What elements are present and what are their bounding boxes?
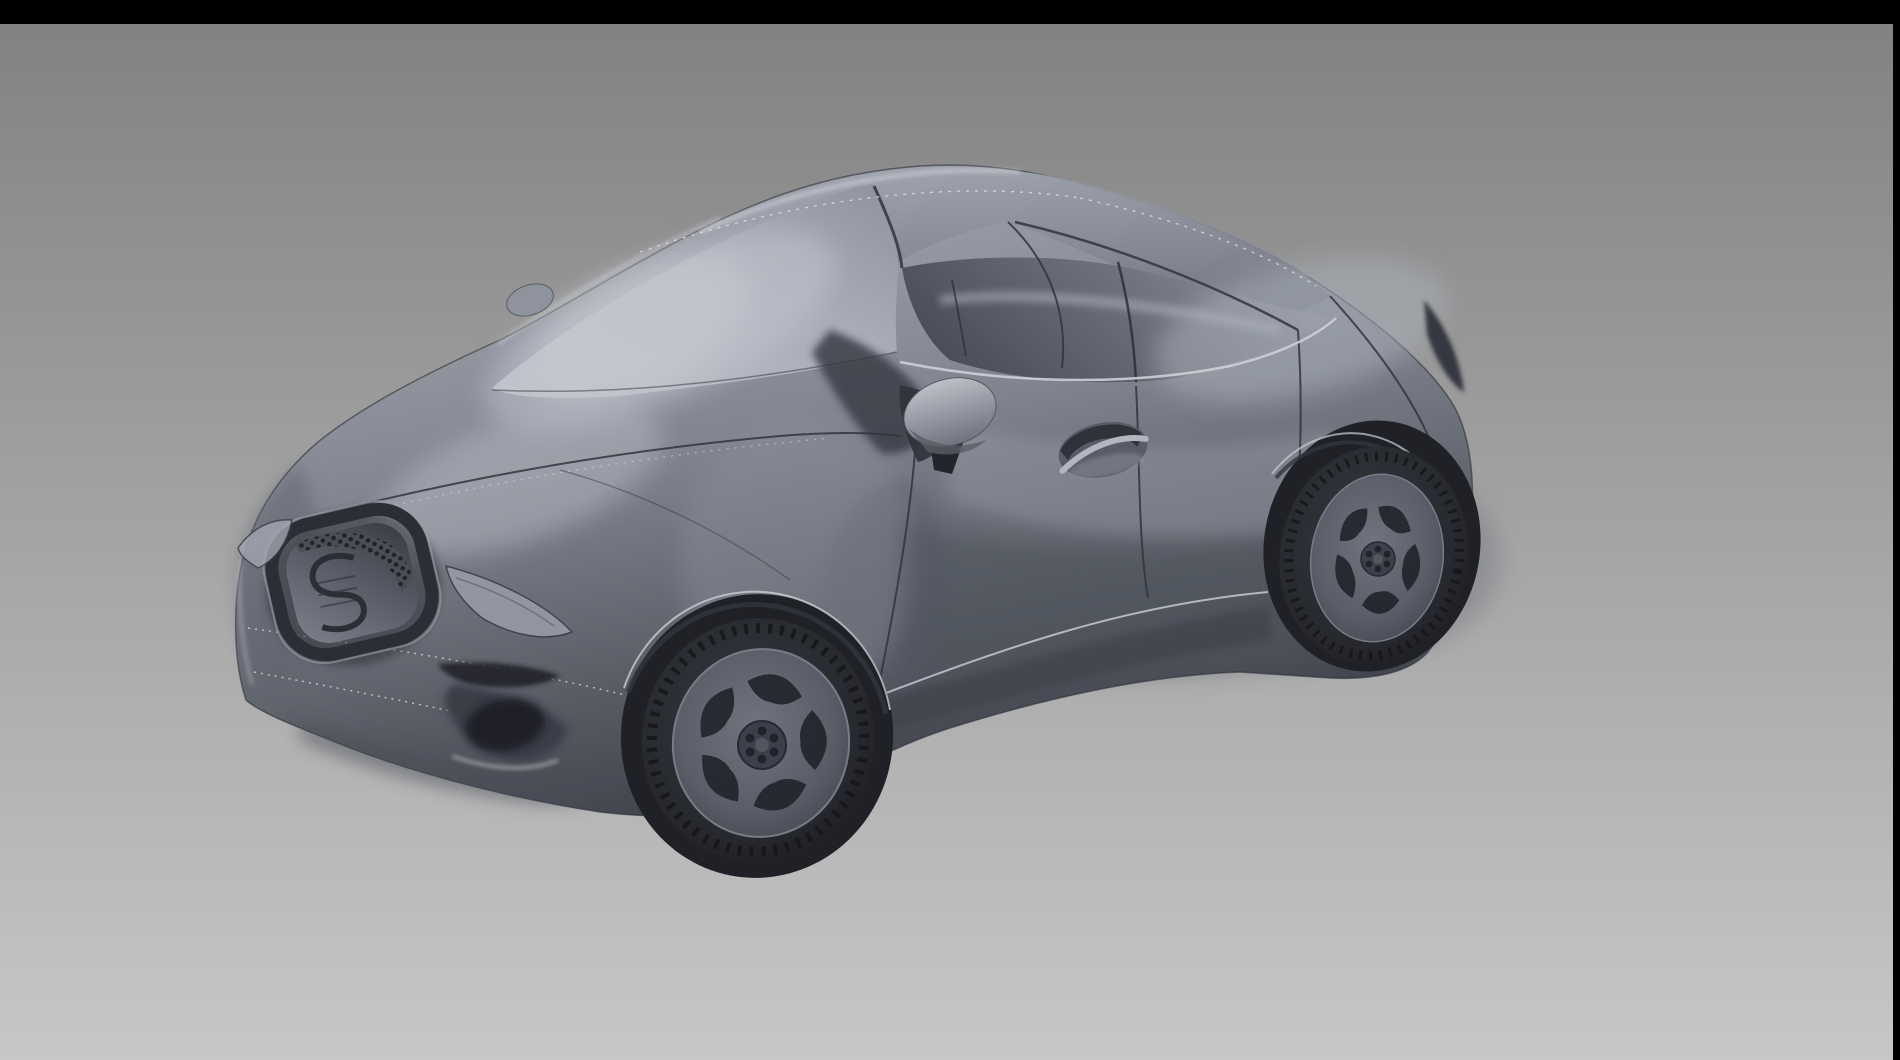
rear-hub [1361,542,1395,576]
front-hub [738,721,786,769]
application-window [0,0,1900,1060]
top-black-bar [0,0,1900,24]
cad-viewport-screenshot [0,0,1900,1060]
right-black-bar [1893,24,1900,1060]
